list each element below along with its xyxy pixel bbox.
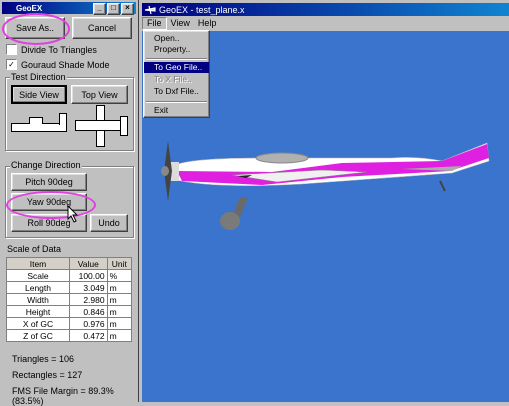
table-cell: Z of GC	[6, 329, 70, 342]
table-cell: 100.00	[69, 269, 108, 282]
table-cell: m	[106, 281, 133, 294]
undo-label: Undo	[98, 218, 120, 228]
table-row: Scale 100.00 %	[6, 269, 133, 282]
table-cell: %	[106, 269, 133, 282]
tool-panel: GeoEX _ □ × Save As.. Cancel Divide To T…	[0, 0, 139, 406]
main-window: GeoEX - test_plane.x File View Help Open…	[140, 0, 509, 402]
menu-file[interactable]: File	[142, 17, 167, 30]
divide-triangles-checkbox[interactable]: Divide To Triangles	[6, 44, 97, 55]
table-row: X of GC 0.976 m	[6, 317, 133, 330]
menu-help[interactable]: Help	[194, 17, 221, 30]
table-cell: Height	[6, 305, 70, 318]
menu-item-exit[interactable]: Exit	[144, 105, 209, 116]
minimize-button[interactable]: _	[93, 3, 106, 15]
change-direction-title: Change Direction	[10, 160, 82, 170]
table-cell: Length	[6, 281, 70, 294]
gouraud-check-box[interactable]: ✓	[6, 59, 17, 70]
menu-item-to-geo-file[interactable]: To Geo File..	[144, 62, 209, 73]
table-header-value: Value	[69, 257, 108, 270]
table-cell: m	[106, 317, 133, 330]
table-cell: 0.472	[69, 329, 108, 342]
top-view-button[interactable]: Top View	[71, 85, 128, 104]
table-header-item: Item	[6, 257, 70, 270]
side-view-icon	[11, 113, 67, 133]
annotation-circle-save	[2, 13, 70, 45]
side-view-button[interactable]: Side View	[11, 85, 67, 104]
panel-titlebar[interactable]: GeoEX _ □ ×	[2, 2, 136, 15]
menu-item-to-x-file[interactable]: To X File..	[144, 74, 209, 85]
main-title: GeoEX - test_plane.x	[159, 4, 245, 15]
menu-item-to-dxf-file[interactable]: To Dxf File..	[144, 86, 209, 97]
roll-label: Roll 90deg	[27, 218, 71, 228]
panel-title: GeoEX	[16, 3, 43, 13]
menu-item-open[interactable]: Open..	[144, 33, 209, 44]
table-cell: Width	[6, 293, 70, 306]
table-cell: m	[106, 329, 133, 342]
menu-separator	[146, 101, 207, 103]
scale-table: Item Value Unit Scale 100.00 % Length 3.…	[6, 257, 133, 342]
mouse-cursor-icon	[67, 205, 79, 223]
top-view-icon	[72, 105, 128, 147]
table-cell: m	[106, 293, 133, 306]
file-menu-dropdown: Open.. Property.. To Geo File.. To X Fil…	[143, 30, 210, 118]
divide-label: Divide To Triangles	[21, 44, 97, 55]
top-view-label: Top View	[81, 89, 118, 100]
gouraud-label: Gouraud Shade Mode	[21, 59, 110, 70]
fms-file-margin: FMS File Margin = 89.3% (83.5%)	[12, 386, 114, 406]
menu-separator	[146, 58, 207, 60]
test-direction-title: Test Direction	[10, 72, 67, 82]
main-titlebar[interactable]: GeoEX - test_plane.x	[142, 3, 509, 16]
divide-check-box[interactable]	[6, 44, 17, 55]
table-row: Width 2.980 m	[6, 293, 133, 306]
menu-item-property[interactable]: Property..	[144, 44, 209, 55]
table-cell: 0.976	[69, 317, 108, 330]
table-cell: X of GC	[6, 317, 70, 330]
table-cell: 0.846	[69, 305, 108, 318]
undo-button[interactable]: Undo	[90, 214, 128, 232]
table-row: Length 3.049 m	[6, 281, 133, 294]
table-cell: 2.980	[69, 293, 108, 306]
gouraud-shade-checkbox[interactable]: ✓ Gouraud Shade Mode	[6, 59, 110, 70]
app-icon	[144, 5, 156, 14]
pitch-90deg-button[interactable]: Pitch 90deg	[11, 173, 87, 191]
close-button[interactable]: ×	[121, 3, 134, 15]
table-cell: Scale	[6, 269, 70, 282]
table-header-unit: Unit	[106, 257, 133, 270]
annotation-circle-yaw	[6, 191, 96, 219]
table-row: Z of GC 0.472 m	[6, 329, 133, 342]
rectangles-count: Rectangles = 127	[12, 370, 83, 380]
scale-title: Scale of Data	[7, 244, 62, 254]
table-cell: m	[106, 305, 133, 318]
triangles-count: Triangles = 106	[12, 354, 74, 364]
cancel-label: Cancel	[87, 23, 116, 33]
maximize-button[interactable]: □	[107, 3, 120, 15]
pitch-label: Pitch 90deg	[25, 177, 73, 187]
menu-view[interactable]: View	[167, 17, 194, 30]
cancel-button[interactable]: Cancel	[72, 17, 132, 39]
table-cell: 3.049	[69, 281, 108, 294]
menu-bar: File View Help	[142, 17, 509, 30]
table-row: Height 0.846 m	[6, 305, 133, 318]
side-view-label: Side View	[19, 89, 59, 100]
table-header-row: Item Value Unit	[6, 257, 133, 270]
